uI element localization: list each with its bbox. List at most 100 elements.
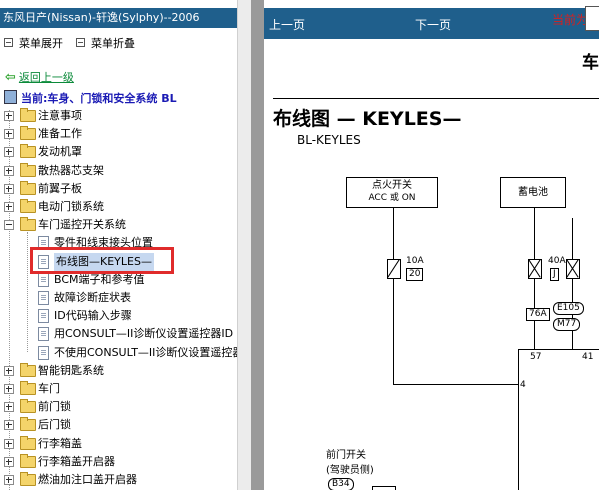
expand-toggle-icon[interactable] bbox=[4, 475, 14, 485]
tree-item-label: 行李箱盖开启器 bbox=[38, 455, 115, 468]
expand-toggle-icon[interactable] bbox=[4, 147, 14, 157]
expand-toggle-icon[interactable] bbox=[4, 111, 14, 121]
prev-page-button[interactable]: 上一页 bbox=[269, 16, 305, 33]
folder-icon bbox=[20, 436, 36, 450]
back-link-label: 返回上一级 bbox=[18, 71, 74, 84]
tree-item-label: 车门 bbox=[38, 382, 60, 395]
ignition-switch-sub: ACC 或 ON bbox=[368, 193, 416, 203]
back-arrow-icon: ⇦ bbox=[5, 70, 16, 85]
panel-splitter[interactable] bbox=[251, 0, 264, 490]
fuse-40a-rating: 40A bbox=[548, 256, 566, 266]
folder-icon bbox=[20, 199, 36, 213]
expand-toggle-icon[interactable] bbox=[4, 129, 14, 139]
tree-item-label: 行李箱盖 bbox=[38, 437, 82, 450]
document-icon bbox=[38, 346, 49, 360]
folder-icon bbox=[20, 381, 36, 395]
pin-4: 4 bbox=[520, 380, 526, 390]
folder-icon bbox=[20, 108, 36, 122]
tree-item-label: 用CONSULT—II诊断仪设置遥控器ID bbox=[54, 327, 234, 340]
pin-41: 41 bbox=[582, 352, 594, 362]
vertical-scrollbar[interactable] bbox=[237, 0, 251, 490]
current-page-label: 当前为 bbox=[552, 13, 589, 27]
tree-item-label: 不使用CONSULT—II诊断仪设置遥控器ID bbox=[54, 346, 251, 359]
menu-collapse-button[interactable]: 菜单折叠 bbox=[76, 37, 135, 51]
selection-highlight-box bbox=[30, 247, 174, 274]
tree-item-label: 注意事项 bbox=[38, 109, 82, 122]
wire bbox=[393, 384, 518, 385]
fuse-10a-number: 20 bbox=[406, 268, 424, 281]
navigation-panel: 东风日产(Nissan)-轩逸(Sylphy)--2006 菜单展开 菜单折叠 … bbox=[0, 0, 251, 490]
tree-item-label: 故障诊断症状表 bbox=[54, 291, 131, 304]
next-page-button[interactable]: 下一页 bbox=[415, 16, 451, 33]
tree-item-label: 发动机罩 bbox=[38, 145, 82, 158]
expand-toggle-icon[interactable] bbox=[4, 402, 14, 412]
door-switch-symbol bbox=[372, 486, 396, 490]
fusible-link bbox=[566, 259, 580, 279]
folder-icon bbox=[20, 454, 36, 468]
diagram-title: 布线图 — KEYLES— bbox=[273, 108, 462, 130]
current-page-input[interactable] bbox=[585, 6, 599, 31]
fuse-10a bbox=[387, 259, 401, 279]
document-icon bbox=[38, 291, 49, 305]
expand-all-icon bbox=[4, 38, 13, 47]
battery-box: 蓄电池 bbox=[500, 177, 566, 208]
door-switch-sub: (驾驶员侧) bbox=[326, 465, 374, 476]
expand-toggle-icon[interactable] bbox=[4, 420, 14, 430]
back-link[interactable]: ⇦ 返回上一级 bbox=[5, 71, 74, 85]
door-switch-title: 前门开关 bbox=[326, 450, 366, 461]
ignition-switch-title: 点火开关 bbox=[372, 180, 412, 191]
expand-toggle-icon[interactable] bbox=[4, 202, 14, 212]
folder-icon bbox=[20, 181, 36, 195]
folder-icon bbox=[20, 144, 36, 158]
folder-icon bbox=[20, 163, 36, 177]
expand-toggle-icon[interactable] bbox=[4, 184, 14, 194]
expand-toggle-icon[interactable] bbox=[4, 457, 14, 467]
tree-item-label: 燃油加注口盖开启器 bbox=[38, 473, 137, 486]
expand-toggle-icon[interactable] bbox=[4, 439, 14, 449]
wire bbox=[518, 349, 519, 490]
document-icon bbox=[38, 327, 49, 341]
document-panel: 上一页 下一页 当前为 车 布线图 — KEYLES— BL-KEYLES 点火… bbox=[264, 0, 599, 490]
collapse-toggle-icon[interactable] bbox=[4, 220, 14, 230]
fusible-link-40a bbox=[528, 259, 542, 279]
connector-76a: 76A bbox=[526, 308, 550, 321]
menu-collapse-label: 菜单折叠 bbox=[91, 37, 135, 50]
tree-item-label: 电动门锁系统 bbox=[38, 200, 104, 213]
folder-icon bbox=[20, 363, 36, 377]
connector-m77: M77 bbox=[553, 318, 581, 331]
diagram-code: BL-KEYLES bbox=[297, 133, 361, 147]
folder-icon bbox=[20, 417, 36, 431]
tree-item-label: 后门锁 bbox=[38, 418, 71, 431]
collapse-all-icon bbox=[76, 38, 85, 47]
pin-57: 57 bbox=[530, 352, 542, 362]
page-toolbar: 上一页 下一页 bbox=[264, 8, 599, 39]
tree-connector bbox=[27, 232, 28, 352]
computer-icon bbox=[4, 90, 17, 104]
menu-expand-label: 菜单展开 bbox=[19, 37, 63, 50]
current-location: 当前:车身、门锁和安全系统 BL bbox=[4, 90, 177, 105]
menu-expand-button[interactable]: 菜单展开 bbox=[4, 37, 63, 51]
tree-item-label: 准备工作 bbox=[38, 127, 82, 140]
fuse-40a-number: J bbox=[550, 268, 559, 281]
tree-item-label: 车门遥控开关系统 bbox=[38, 218, 126, 231]
expand-toggle-icon[interactable] bbox=[4, 166, 14, 176]
expand-toggle-icon[interactable] bbox=[4, 384, 14, 394]
folder-icon bbox=[20, 399, 36, 413]
expand-toggle-icon[interactable] bbox=[4, 366, 14, 376]
tree-item-label: 前翼子板 bbox=[38, 182, 82, 195]
tree-item-label: ID代码输入步骤 bbox=[54, 309, 132, 322]
tree-item-label: 智能钥匙系统 bbox=[38, 364, 104, 377]
folder-open-icon bbox=[20, 217, 36, 231]
current-location-label: 当前:车身、门锁和安全系统 BL bbox=[21, 92, 177, 105]
document-icon bbox=[38, 309, 49, 323]
connector-e105: E105 bbox=[553, 302, 584, 315]
fuse-10a-rating: 10A bbox=[406, 256, 424, 266]
header-rule bbox=[273, 98, 599, 99]
ignition-switch-box: 点火开关 ACC 或 ON bbox=[346, 177, 438, 208]
document-icon bbox=[38, 273, 49, 287]
folder-icon bbox=[20, 472, 36, 486]
section-header: 车 bbox=[582, 53, 599, 73]
wire bbox=[518, 349, 599, 350]
wire bbox=[393, 207, 394, 385]
connector-b34: B34 bbox=[328, 478, 354, 490]
